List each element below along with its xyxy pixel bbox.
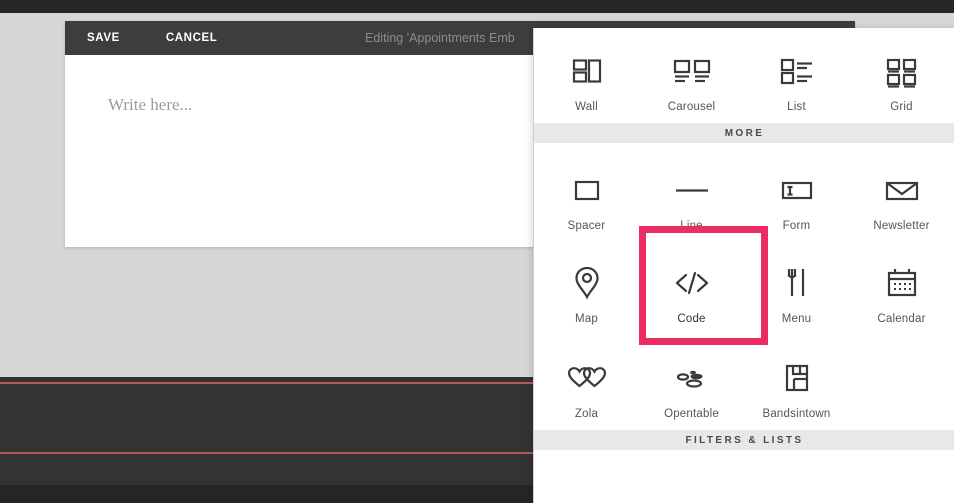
widget-label: Menu	[781, 313, 812, 325]
widget-item-line[interactable]: Line	[639, 153, 744, 242]
line-icon	[672, 169, 712, 211]
widget-label: Form	[782, 220, 811, 232]
widget-picker-panel: Wall Carousel List Grid MORE Spacer Line…	[533, 28, 954, 503]
code-brackets-icon	[670, 262, 714, 304]
widget-item-code[interactable]: Code	[639, 226, 768, 345]
widget-row-more-2: Map Code Menu Calendar	[534, 226, 954, 345]
widget-label: List	[787, 101, 806, 113]
widget-label: Calendar	[877, 313, 926, 325]
widget-label: Bandsintown	[762, 408, 831, 420]
map-pin-icon	[572, 262, 602, 304]
section-header-filters-lists: FILTERS & LISTS	[534, 430, 954, 450]
widget-label: Spacer	[567, 220, 606, 232]
editor-placeholder-text: Write here...	[108, 95, 193, 114]
bandsintown-icon	[780, 357, 814, 399]
fork-knife-icon	[782, 262, 812, 304]
widget-label: Map	[575, 313, 598, 325]
newsletter-icon	[883, 169, 921, 211]
section-header-more: MORE	[534, 123, 954, 143]
widget-item-opentable[interactable]: Opentable	[639, 341, 744, 430]
widget-label: Wall	[575, 101, 598, 113]
widget-label: Opentable	[664, 408, 719, 420]
widget-label: Grid	[890, 101, 913, 113]
widget-item-newsletter[interactable]: Newsletter	[849, 153, 954, 242]
carousel-icon	[671, 50, 713, 92]
widget-label: Line	[680, 220, 703, 232]
calendar-icon	[884, 262, 920, 304]
widget-item-menu[interactable]: Menu	[744, 246, 849, 335]
widget-label: Carousel	[667, 101, 716, 113]
widget-row-more-1: Spacer Line Form Newsletter	[534, 143, 954, 242]
widget-label: Newsletter	[873, 220, 930, 232]
widget-label: Zola	[574, 408, 599, 420]
cancel-button[interactable]: CANCEL	[166, 32, 218, 44]
widget-cell-empty	[849, 341, 954, 430]
editing-title-label: Editing 'Appointments Emb	[365, 31, 515, 45]
save-button[interactable]: SAVE	[87, 32, 120, 44]
spacer-icon	[570, 169, 604, 211]
widget-item-calendar[interactable]: Calendar	[849, 246, 954, 335]
widget-item-carousel[interactable]: Carousel	[639, 34, 744, 123]
list-icon	[777, 50, 817, 92]
widget-item-spacer[interactable]: Spacer	[534, 153, 639, 242]
widget-row-primary: Wall Carousel List Grid	[534, 28, 954, 123]
widget-item-form[interactable]: Form	[744, 153, 849, 242]
widget-item-map[interactable]: Map	[534, 246, 639, 335]
hearts-icon	[565, 357, 609, 399]
grid-icon	[883, 50, 921, 92]
widget-item-list[interactable]: List	[744, 34, 849, 123]
widget-item-bandsintown[interactable]: Bandsintown	[744, 341, 849, 430]
widget-label: Code	[677, 313, 706, 325]
browser-top-bar	[0, 0, 954, 13]
widget-item-wall[interactable]: Wall	[534, 34, 639, 123]
wall-icon	[569, 50, 605, 92]
form-icon	[779, 169, 815, 211]
opentable-icon	[672, 357, 712, 399]
widget-item-grid[interactable]: Grid	[849, 34, 954, 123]
widget-row-more-3: Zola Opentable Bandsintown	[534, 335, 954, 430]
widget-item-zola[interactable]: Zola	[534, 341, 639, 430]
